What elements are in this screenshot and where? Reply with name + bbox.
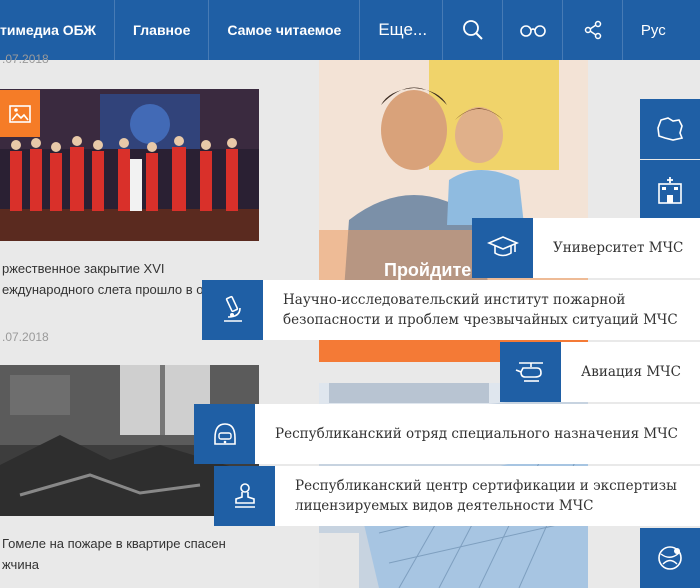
stamp-icon (214, 466, 275, 526)
menu-item-aviation[interactable]: Авиация МЧС (500, 342, 700, 402)
helmet-icon (194, 404, 255, 464)
globe-icon[interactable] (640, 528, 700, 588)
search-icon[interactable] (443, 0, 504, 60)
menu-item-university[interactable]: Университет МЧС (472, 218, 700, 278)
news-date: .07.2018 (2, 52, 49, 66)
nav-most-read[interactable]: Самое читаемое (209, 0, 361, 60)
nav-main[interactable]: Главное (115, 0, 210, 60)
promo-text: Пройдите (384, 260, 472, 280)
language-switcher[interactable]: Рус (623, 0, 683, 60)
menu-item-label: Авиация МЧС (581, 364, 681, 380)
share-icon[interactable] (563, 0, 624, 60)
top-navigation: тимедиа ОБЖ Главное Самое читаемое Еще..… (0, 0, 700, 60)
photo-gallery-icon (0, 90, 40, 137)
menu-item-label: Республиканский центр сертификации и экс… (295, 478, 677, 514)
menu-item-research-institute[interactable]: Научно-исследовательский институт пожарн… (202, 280, 700, 340)
news-title[interactable]: Гомеле на пожаре в квартире спасен жчина (2, 533, 257, 575)
belarus-map-icon[interactable] (640, 99, 700, 159)
menu-item-certification-center[interactable]: Республиканский центр сертификации и экс… (214, 466, 700, 526)
nav-multimedia[interactable]: тимедиа ОБЖ (0, 0, 116, 60)
menu-item-label: Научно-исследовательский институт пожарн… (283, 292, 678, 328)
menu-item-label: Республиканский отряд специального назна… (275, 426, 678, 442)
graduation-cap-icon (472, 218, 533, 278)
glasses-icon[interactable] (503, 0, 564, 60)
nav-more[interactable]: Еще... (360, 0, 444, 60)
microscope-icon (202, 280, 263, 340)
hospital-icon[interactable] (640, 160, 700, 220)
menu-item-special-unit[interactable]: Республиканский отряд специального назна… (194, 404, 700, 464)
helicopter-icon (500, 342, 561, 402)
menu-item-label: Университет МЧС (553, 240, 684, 256)
news-date: .07.2018 (2, 330, 49, 344)
